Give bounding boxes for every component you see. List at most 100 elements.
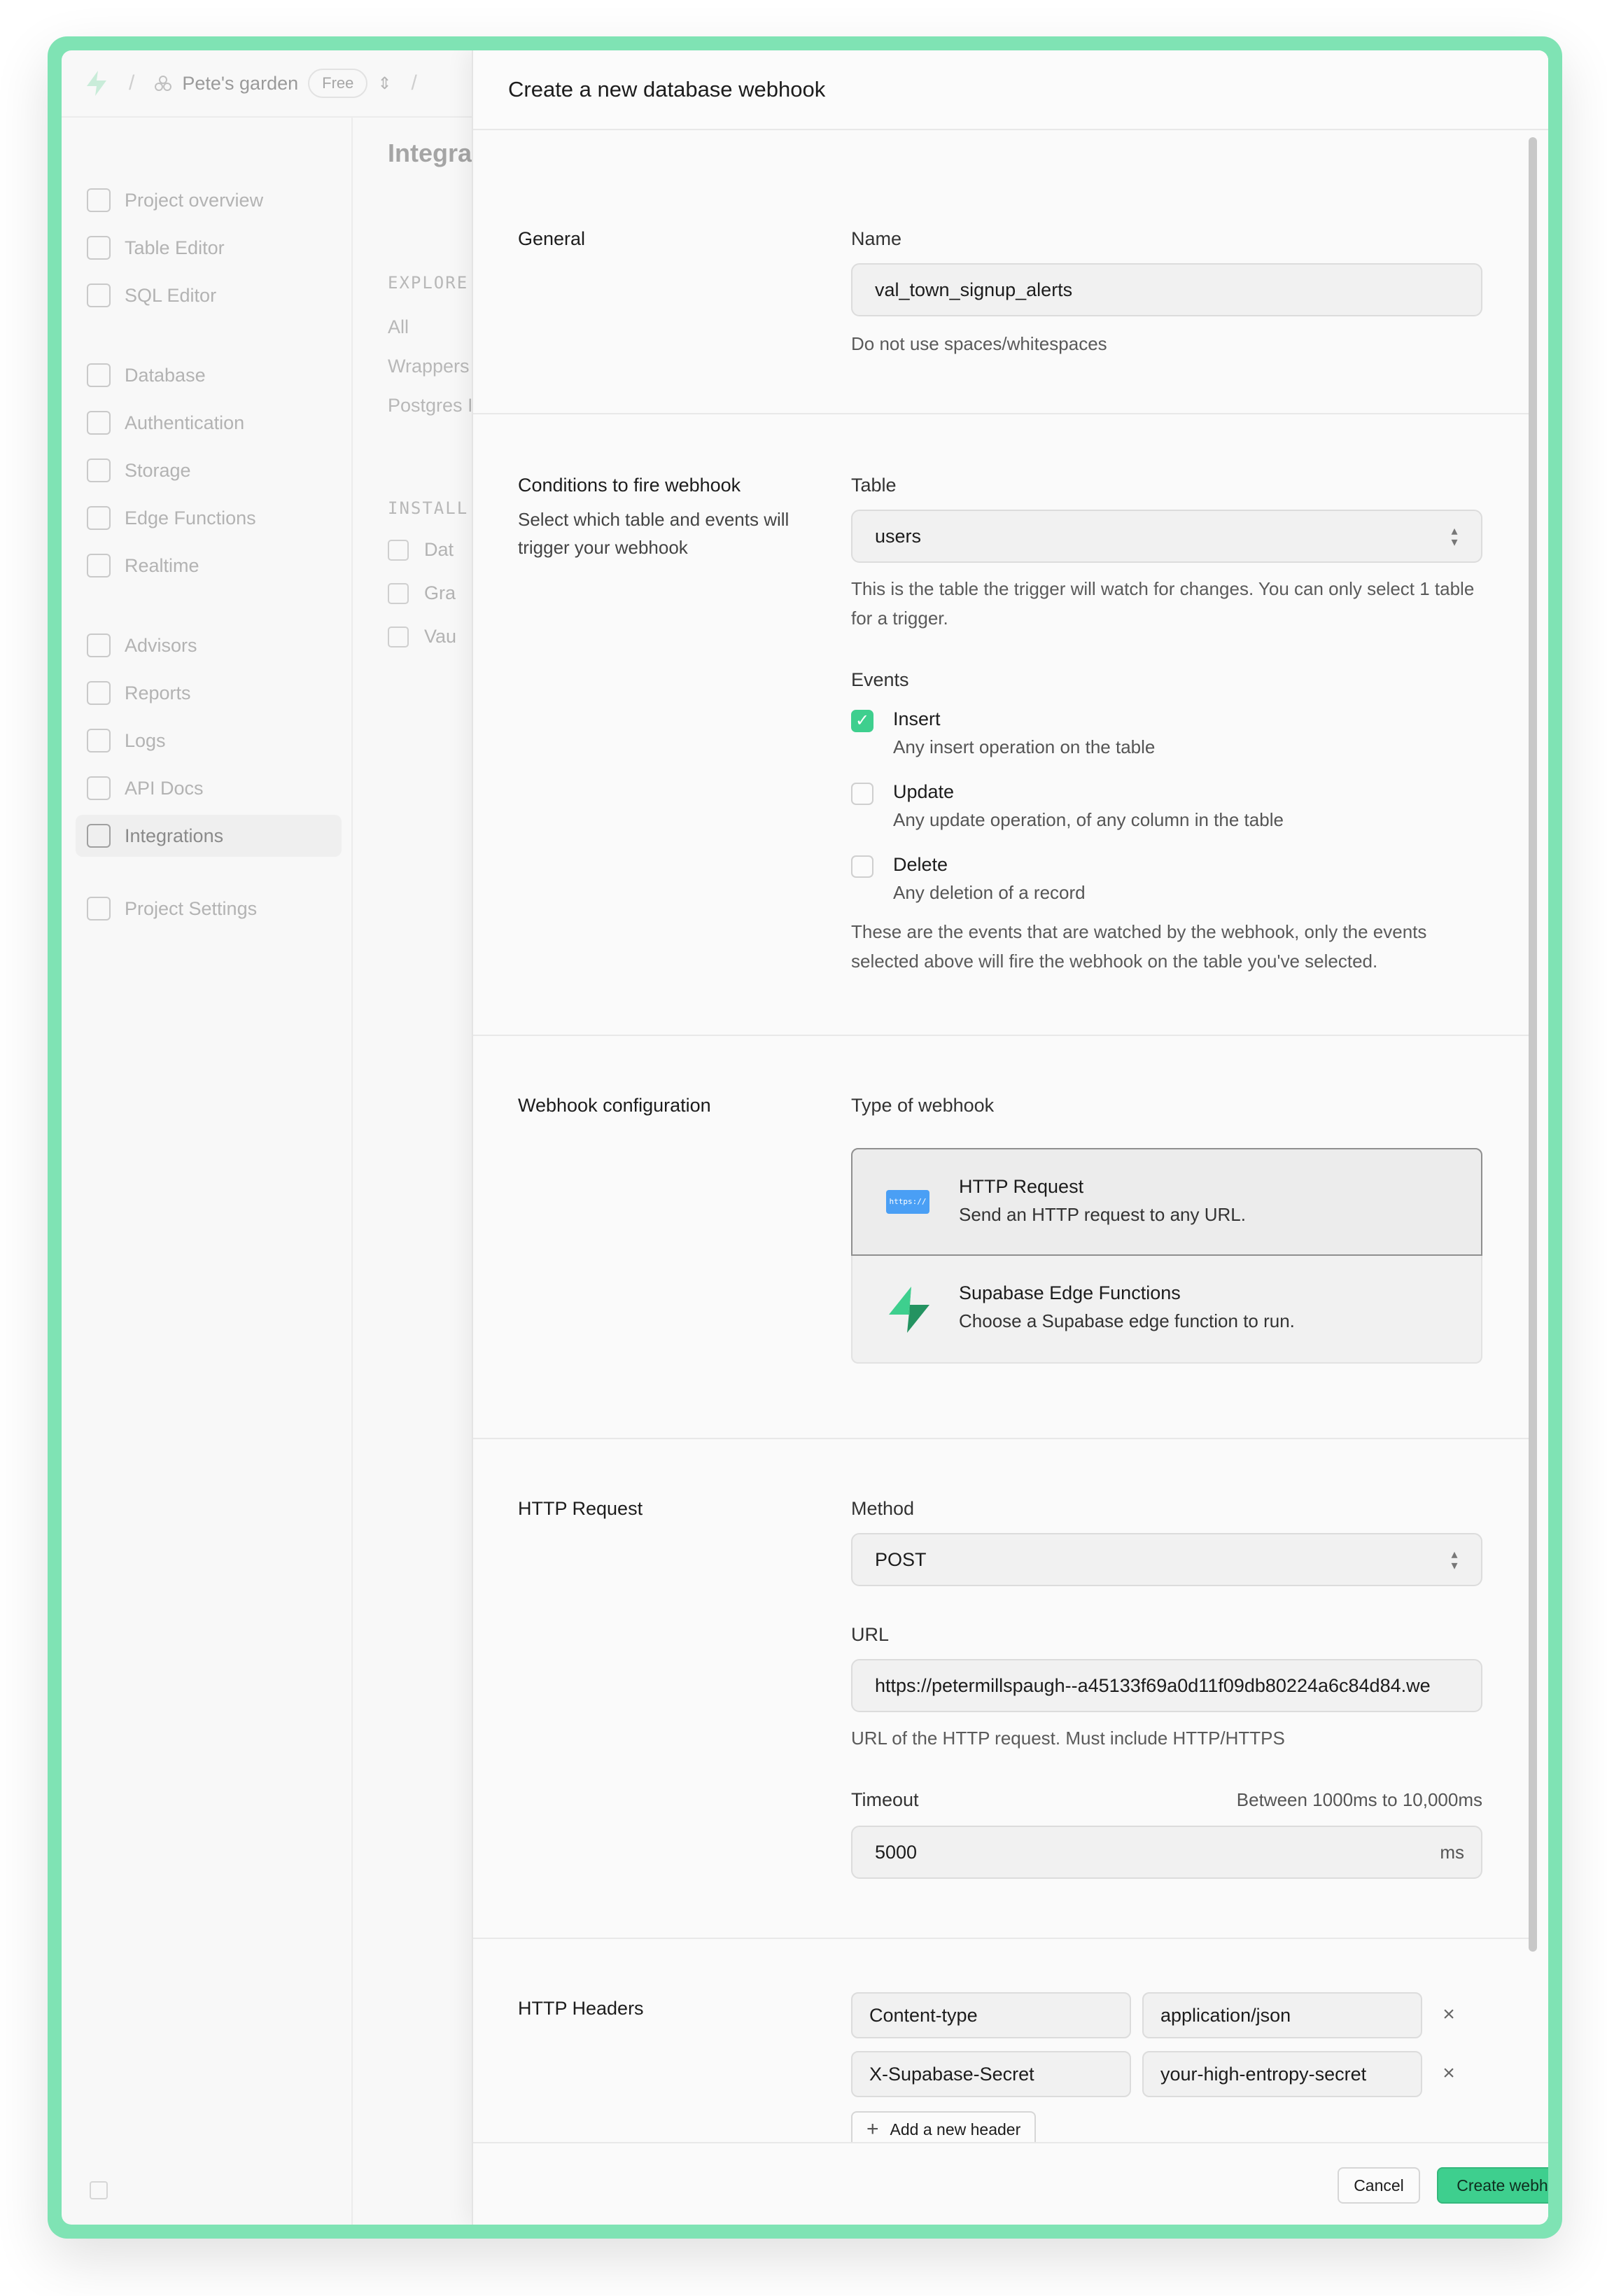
sidebar-item-storage[interactable]: Storage [87, 449, 346, 491]
event-update[interactable]: Update Any update operation, of any colu… [851, 781, 1481, 844]
header-key-value: Content-type [869, 2004, 978, 2026]
webhook-configuration-section: Webhook configuration Type of webhook ht… [473, 1036, 1529, 1439]
webhook-type-description: Choose a Supabase edge function to run. [959, 1310, 1295, 1331]
subnav-link-all[interactable]: All [388, 316, 409, 338]
scrollbar[interactable] [1529, 137, 1537, 1952]
section-label-installed: INSTALL [388, 498, 469, 518]
event-name: Update [893, 781, 955, 802]
timeout-input[interactable]: 5000 ms [851, 1826, 1482, 1879]
webhook-type-description: Send an HTTP request to any URL. [959, 1204, 1246, 1225]
table-select-value: users [875, 525, 922, 547]
sidebar-item-label: Project Settings [125, 897, 258, 919]
webhook-type-name: HTTP Request [959, 1176, 1084, 1197]
subnav-installed-label: Vau [424, 626, 457, 647]
header-key-input[interactable]: Content-type [851, 1992, 1131, 2038]
event-description: Any update operation, of any column in t… [893, 809, 1284, 830]
type-of-webhook-label: Type of webhook [851, 1095, 995, 1116]
subnav-link-postgres[interactable]: Postgres I [388, 395, 473, 416]
sidebar-item-project-settings[interactable]: Project Settings [87, 888, 346, 930]
section-label-explore: EXPLORE [388, 273, 469, 293]
section-title-conditions: Conditions to fire webhook [518, 475, 741, 496]
sidebar-item-authentication[interactable]: Authentication [87, 402, 346, 444]
collapse-sidebar-icon[interactable] [90, 2181, 108, 2199]
url-label: URL [851, 1624, 890, 1645]
archive-icon [87, 458, 111, 482]
chevron-up-down-icon[interactable]: ⇕ [377, 74, 391, 94]
table-select[interactable]: users ▴ ▾ [851, 510, 1482, 563]
header-value-value: your-high-entropy-secret [1160, 2063, 1367, 2085]
header-value-value: application/json [1160, 2004, 1291, 2026]
remove-header-icon[interactable]: × [1435, 2059, 1463, 2087]
sidebar-item-label: Project overview [125, 189, 264, 211]
blocks-icon [87, 824, 111, 848]
event-insert[interactable]: ✓ Insert Any insert operation on the tab… [851, 708, 1481, 771]
section-title-http-request: HTTP Request [518, 1498, 643, 1519]
name-help-text: Do not use spaces/whitespaces [851, 333, 1107, 354]
sidebar-item-label: Realtime [125, 554, 199, 576]
sidebar-item-table-editor[interactable]: Table Editor [87, 227, 346, 269]
supabase-logo-icon[interactable] [84, 69, 109, 97]
update-checkbox[interactable] [851, 783, 873, 805]
org-name: Pete's garden [182, 72, 299, 94]
sidebar-item-api-docs[interactable]: API Docs [87, 767, 346, 809]
breadcrumb-separator: / [129, 71, 135, 94]
sidebar-item-reports[interactable]: Reports [87, 672, 346, 714]
supabase-bolt-icon [889, 1287, 929, 1333]
subnav-link-wrappers[interactable]: Wrappers [388, 356, 470, 377]
chevron-up-down-icon: ▴ ▾ [1451, 1547, 1458, 1572]
sidebar-item-logs[interactable]: Logs [87, 720, 346, 762]
sidebar-item-advisors[interactable]: Advisors [87, 624, 346, 666]
conditions-section: Conditions to fire webhook Select which … [473, 414, 1529, 1036]
name-input[interactable]: val_town_signup_alerts [851, 263, 1482, 316]
sidebar-item-label: SQL Editor [125, 284, 217, 306]
delete-checkbox[interactable] [851, 855, 873, 878]
sidebar-item-label: Table Editor [125, 237, 225, 258]
header-key-input[interactable]: X-Supabase-Secret [851, 2051, 1131, 2097]
event-description: Any deletion of a record [893, 882, 1086, 903]
sidebar-item-database[interactable]: Database [87, 354, 346, 396]
sidebar-item-label: Database [125, 364, 206, 386]
page-title: Integrat [388, 139, 481, 167]
sidebar-item-project-overview[interactable]: Project overview [87, 179, 346, 221]
insert-checkbox[interactable]: ✓ [851, 710, 873, 732]
org-icon [155, 76, 172, 91]
breadcrumb-separator: / [411, 71, 417, 94]
webhook-type-http-request[interactable]: https:// HTTP Request Send an HTTP reque… [851, 1148, 1482, 1256]
table-label: Table [851, 475, 897, 496]
home-icon [87, 188, 111, 212]
vault-icon [388, 626, 409, 648]
sidebar-item-edge-functions[interactable]: Edge Functions [87, 497, 346, 539]
event-name: Insert [893, 708, 941, 729]
sidebar-item-label: Authentication [125, 412, 245, 433]
gear-icon [87, 897, 111, 920]
name-label: Name [851, 228, 902, 249]
subnav-installed-item[interactable]: Dat [388, 539, 454, 561]
method-select[interactable]: POST ▴ ▾ [851, 1533, 1482, 1586]
sidebar-item-integrations[interactable]: Integrations [76, 815, 342, 857]
header-key-value: X-Supabase-Secret [869, 2063, 1034, 2085]
sidebar-item-label: Storage [125, 459, 191, 481]
cancel-button[interactable]: Cancel [1338, 2167, 1420, 2204]
remove-header-icon[interactable]: × [1435, 2001, 1463, 2029]
timeout-range-hint: Between 1000ms to 10,000ms [1236, 1789, 1482, 1810]
webhook-type-edge-functions[interactable]: Supabase Edge Functions Choose a Supabas… [851, 1256, 1482, 1364]
sidebar-item-sql-editor[interactable]: SQL Editor [87, 274, 346, 316]
http-request-section: HTTP Request Method POST ▴ ▾ URL https://… [473, 1439, 1529, 1939]
sidebar-item-label: Reports [125, 682, 191, 704]
subnav-installed-item[interactable]: Gra [388, 582, 456, 604]
method-label: Method [851, 1498, 915, 1519]
header-value-input[interactable]: application/json [1142, 1992, 1422, 2038]
event-delete[interactable]: Delete Any deletion of a record [851, 854, 1481, 917]
url-input[interactable]: https://petermillspaugh--a45133f69a0d11f… [851, 1659, 1482, 1712]
sidebar-item-realtime[interactable]: Realtime [87, 545, 346, 587]
org-selector[interactable]: Pete's garden Free ⇕ [154, 69, 391, 98]
terminal-icon [87, 284, 111, 307]
subnav-installed-item[interactable]: Vau [388, 626, 456, 648]
timeout-input-value: 5000 [875, 1841, 918, 1863]
create-webhook-button[interactable]: Create webhook [1437, 2167, 1548, 2204]
sidebar-item-label: API Docs [125, 777, 204, 799]
section-title-general: General [518, 228, 586, 249]
header-value-input[interactable]: your-high-entropy-secret [1142, 2051, 1422, 2097]
timeout-unit: ms [1440, 1841, 1464, 1863]
section-title-http-headers: HTTP Headers [518, 1998, 644, 2019]
